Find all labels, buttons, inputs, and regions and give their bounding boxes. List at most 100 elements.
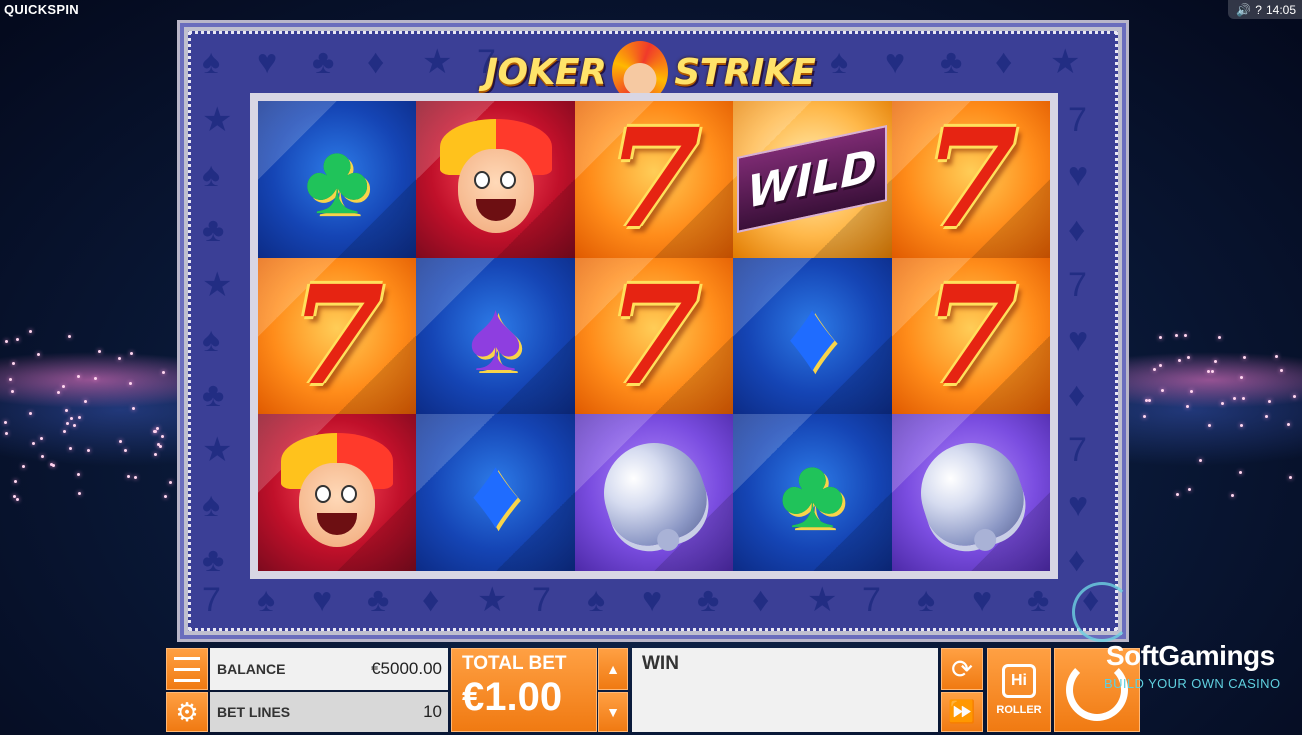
decor-suit-icon: ★ (202, 101, 233, 139)
balance-panel: BALANCE €5000.00 (210, 648, 448, 690)
decor-suit-icon: 7 (1068, 266, 1087, 304)
decor-suit-icon: ♥ (972, 581, 993, 619)
reel-cell-0-0: ♣ (258, 101, 417, 258)
fast-play-button[interactable]: ⏩ (941, 692, 983, 732)
diamond-icon: ♦ (786, 279, 838, 392)
decor-suit-icon: ★ (202, 431, 233, 469)
diamond-icon: ♦ (470, 436, 522, 549)
watermark-subtitle: BUILD YOUR OWN CASINO (1104, 676, 1281, 691)
autoplay-button[interactable]: ⟳ (941, 648, 983, 690)
decor-suit-icon: ♥ (257, 43, 278, 81)
joker-icon (439, 119, 552, 239)
decor-suit-icon: ♣ (202, 376, 225, 414)
decor-suit-icon: ♥ (1068, 486, 1089, 524)
refresh-icon: ⟳ (951, 653, 973, 684)
betlines-value: 10 (423, 702, 442, 721)
reel-cell-2-4 (891, 414, 1050, 571)
decor-suit-icon: ♥ (885, 43, 906, 81)
reel-cell-2-3: ♣ (733, 414, 892, 571)
decor-suit-icon: ♠ (917, 581, 936, 619)
decor-suit-icon: ♠ (587, 581, 606, 619)
sound-icon[interactable]: 🔊 (1236, 3, 1251, 17)
reel-cell-1-2: 7 (574, 257, 734, 415)
seven-icon: 7 (606, 101, 702, 258)
reel-cell-1-3: ♦ (733, 257, 892, 415)
top-bar: QUICKSPIN 🔊 ? 14:05 (0, 0, 1302, 20)
decor-suit-icon: ♣ (312, 43, 335, 81)
settings-button[interactable]: ⚙ (166, 692, 208, 732)
decor-suit-icon: ★ (1050, 43, 1081, 81)
decor-suit-icon: ★ (807, 581, 838, 619)
help-icon[interactable]: ? (1255, 3, 1262, 17)
reel-grid: ♣ 7 WILD 7 7 ♠ 7 ♦ 7 ♦ ♣ (250, 93, 1058, 579)
decor-suit-icon: ★ (477, 581, 508, 619)
decor-suit-icon: ♣ (940, 43, 963, 81)
decor-suit-icon: ♣ (202, 541, 225, 579)
reel-grid-cells: ♣ 7 WILD 7 7 ♠ 7 ♦ 7 ♦ ♣ (258, 101, 1050, 571)
decor-suit-icon: ★ (422, 43, 453, 81)
reel-cell-1-0: 7 (258, 257, 417, 415)
bell-icon (907, 429, 1034, 556)
crown-icon: Hi (1002, 664, 1036, 698)
decor-suit-icon: ♣ (202, 211, 225, 249)
decor-suit-icon: ♣ (1027, 581, 1050, 619)
reel-cell-2-1: ♦ (416, 414, 575, 571)
logo-word-left: JOKER (484, 51, 607, 93)
reel-cell-0-4: 7 (891, 101, 1050, 258)
fast-forward-icon: ⏩ (948, 699, 976, 724)
menu-button[interactable] (166, 648, 208, 690)
spade-icon: ♠ (469, 279, 523, 392)
slot-machine-frame: ♠ ♥ ♣ ♦ ★ 7 ♠ ♥ ♣ ♦ ★ 7 ♠ ♥ ♣ ♦ ★ 7 ♠ ♥ ♣ ♦ ★ 7 ♠ ♥ ♣ ♦ ★ 7 ♠ ♥ ♣ ♦ ★ 7 ♠ ♥ ♣ ♦… (177, 20, 1129, 642)
decor-suit-icon: ★ (202, 266, 233, 304)
decor-suit-icon: ♥ (312, 581, 333, 619)
bet-increase-button[interactable]: ▲ (598, 648, 628, 690)
decor-suit-icon: ♥ (1068, 156, 1089, 194)
decor-suit-icon: ♦ (1068, 211, 1086, 249)
decor-suit-icon: ♦ (422, 581, 440, 619)
reel-cell-0-3: WILD (733, 101, 892, 258)
win-label: WIN (642, 653, 679, 674)
wild-label: WILD (747, 140, 878, 219)
hi-roller-button[interactable]: Hi ROLLER (987, 648, 1051, 732)
arrow-down-icon: ▼ (606, 704, 620, 720)
total-bet-label: TOTAL BET (462, 653, 567, 674)
win-panel: WIN (632, 648, 938, 732)
decor-suit-icon: ♠ (257, 581, 276, 619)
decor-suit-icon: 7 (532, 581, 551, 619)
clock-time: 14:05 (1265, 2, 1296, 17)
decor-suit-icon: ♠ (830, 43, 849, 81)
reel-cell-1-4: 7 (891, 257, 1050, 415)
decor-suit-icon: 7 (202, 581, 221, 619)
decor-suit-icon: ♦ (1068, 376, 1086, 414)
watermark-title: SoftGamings (1106, 640, 1275, 671)
decor-suit-icon: ♠ (202, 321, 221, 359)
reel-cell-0-2: 7 (574, 101, 734, 258)
reel-cell-1-1: ♠ (416, 257, 575, 415)
decor-suit-icon: ♦ (752, 581, 770, 619)
balance-value: €5000.00 (371, 659, 442, 678)
decor-suit-icon: 7 (1068, 101, 1087, 139)
bell-icon (590, 429, 717, 556)
menu-icon (174, 656, 200, 660)
seven-icon: 7 (289, 257, 385, 415)
decor-suit-icon: ♠ (202, 156, 221, 194)
wild-icon: WILD (737, 125, 888, 234)
seven-icon: 7 (923, 257, 1019, 415)
decor-suit-icon: 7 (862, 581, 881, 619)
decor-suit-icon: ♦ (1068, 541, 1086, 579)
decor-suit-icon: ♠ (202, 486, 221, 524)
total-bet-panel: TOTAL BET €1.00 (451, 648, 597, 732)
total-bet-value: €1.00 (462, 675, 563, 719)
brand-label: QUICKSPIN (4, 2, 79, 17)
decor-suit-icon: ♦ (995, 43, 1013, 81)
decor-suit-icon: 7 (1068, 431, 1087, 469)
arrow-up-icon: ▲ (606, 661, 620, 677)
decor-suit-icon: ♥ (642, 581, 663, 619)
bet-decrease-button[interactable]: ▼ (598, 692, 628, 732)
status-box: 🔊 ? 14:05 (1228, 0, 1302, 19)
club-icon: ♣ (779, 436, 846, 549)
roller-label: ROLLER (996, 704, 1042, 716)
decor-suit-icon: ♠ (202, 43, 221, 81)
decor-suit-icon: ♦ (367, 43, 385, 81)
decor-suit-icon: ♣ (367, 581, 390, 619)
